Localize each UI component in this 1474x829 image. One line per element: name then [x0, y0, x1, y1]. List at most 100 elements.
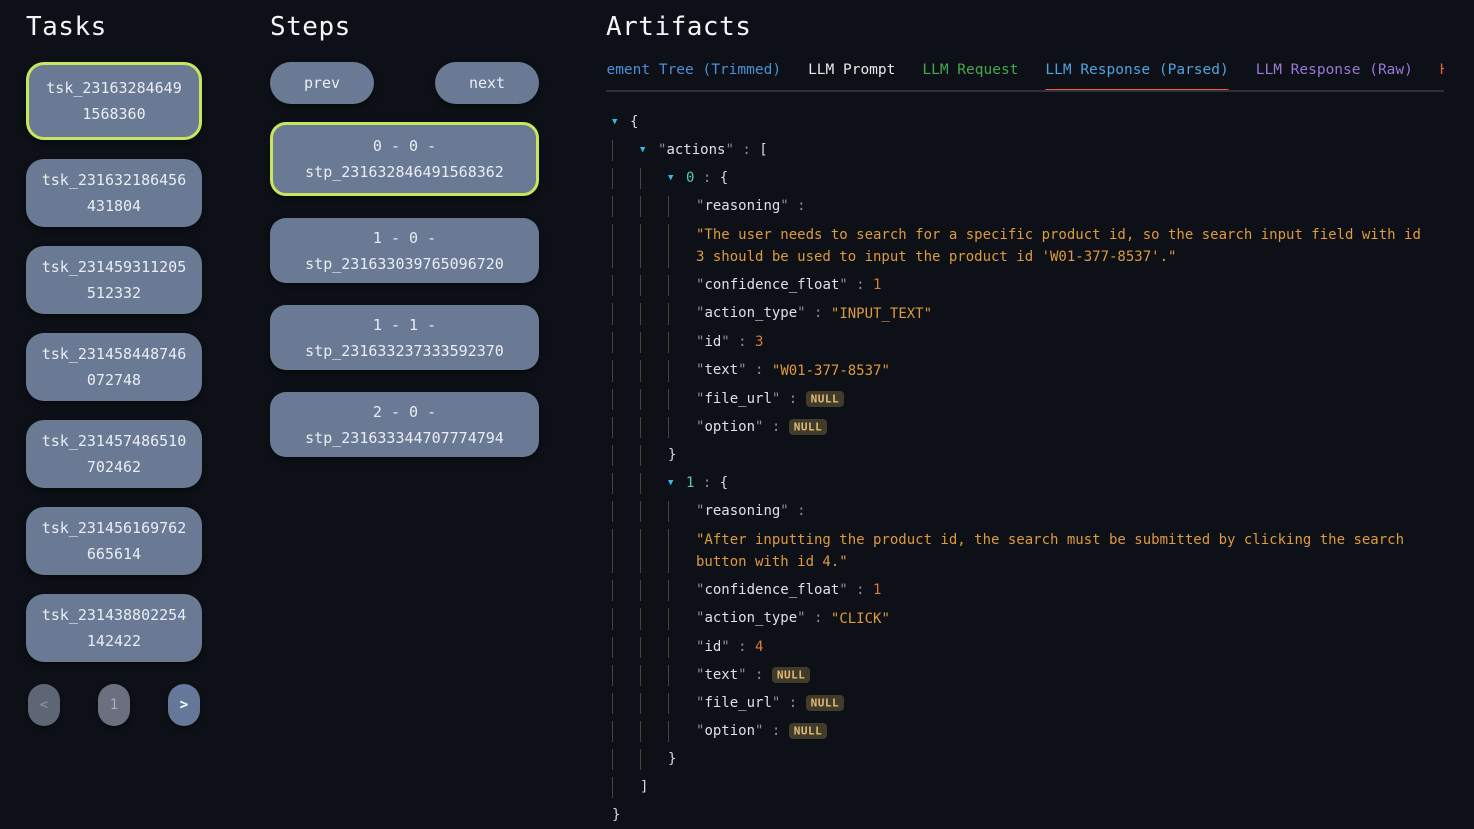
json-token-key: "reasoning" — [696, 198, 789, 214]
json-token-key: "action_type" — [696, 610, 806, 626]
json-row-content: } — [668, 445, 676, 466]
indent-guide-line — [668, 332, 696, 353]
json-token-key: "text" — [696, 667, 747, 683]
json-row: "reasoning" : — [612, 192, 1444, 220]
task-button[interactable]: tsk_231459311205512332 — [26, 246, 202, 314]
tab-llm-response-parsed[interactable]: LLM Response (Parsed) — [1045, 62, 1228, 90]
task-button-selected[interactable]: tsk_231632846491568360 — [26, 62, 202, 140]
collapse-arrow-icon[interactable]: ▼ — [668, 168, 686, 189]
json-token-colon: : — [747, 362, 772, 378]
json-token-key: "file_url" — [696, 391, 780, 407]
tab-llm-response-raw[interactable]: LLM Response (Raw) — [1256, 62, 1413, 90]
indent-guide-line — [668, 417, 696, 438]
json-token-colon: : — [848, 277, 873, 293]
collapse-arrow-icon[interactable]: ▼ — [612, 112, 630, 133]
indent-guide-line — [640, 529, 668, 573]
indent-guide-line — [612, 777, 640, 798]
pagination-next-button[interactable]: > — [168, 684, 200, 726]
collapse-arrow-icon[interactable]: ▼ — [668, 473, 686, 494]
indent-guide-line — [640, 360, 668, 382]
indent-guide-line — [640, 473, 668, 494]
json-row: "text" : "W01-377-8537" — [612, 356, 1444, 385]
step-button-selected[interactable]: 0 - 0 - stp_231632846491568362 — [270, 122, 539, 196]
indent-guide-line — [612, 168, 640, 189]
task-button[interactable]: tsk_231456169762665614 — [26, 507, 202, 575]
task-button[interactable]: tsk_231632186456431804 — [26, 159, 202, 227]
pagination-page-button[interactable]: 1 — [98, 684, 130, 726]
indent-guide-line — [640, 389, 668, 410]
json-row: } — [612, 801, 1444, 829]
json-token-colon: : — [734, 142, 759, 158]
task-button[interactable]: tsk_231457486510702462 — [26, 420, 202, 488]
json-row: "action_type" : "CLICK" — [612, 604, 1444, 633]
pagination-prev-button[interactable]: < — [28, 684, 60, 726]
json-row-content: "text" : "W01-377-8537" — [696, 360, 890, 382]
step-button[interactable]: 2 - 0 - stp_231633344707774794 — [270, 392, 539, 457]
indent-guide-line — [612, 389, 640, 410]
json-token-colon: : — [747, 667, 772, 683]
json-token-colon: : — [694, 170, 719, 186]
indent-guide-line — [668, 501, 696, 522]
json-row-content: 0 : { — [686, 168, 728, 189]
steps-nav: prev next — [270, 62, 539, 104]
next-step-button[interactable]: next — [435, 62, 539, 104]
json-token-key: "action_type" — [696, 305, 806, 321]
json-row-content: 1 : { — [686, 473, 728, 494]
json-token-colon: : — [789, 503, 814, 519]
json-token-null: NULL — [789, 419, 828, 435]
indent-guide-line — [612, 275, 640, 296]
json-token-key: "confidence_float" — [696, 582, 848, 598]
json-token-str: "INPUT_TEXT" — [831, 303, 932, 325]
indent-guide-line — [612, 473, 640, 494]
json-row: "reasoning" : — [612, 497, 1444, 525]
task-button[interactable]: tsk_231438802254142422 — [26, 594, 202, 662]
json-token-str: "The user needs to search for a specific… — [696, 224, 1428, 268]
json-row: ▼1 : { — [612, 469, 1444, 497]
json-row-content: "actions" : [ — [658, 140, 768, 161]
json-row-content: } — [668, 749, 676, 770]
tab-html-raw[interactable]: Html (Raw) — [1440, 62, 1444, 90]
indent-guide-line — [612, 608, 640, 630]
indent-guide-line — [612, 140, 640, 161]
indent-guide-line — [668, 196, 696, 217]
prev-step-button[interactable]: prev — [270, 62, 374, 104]
indent-guide-line — [640, 196, 668, 217]
task-button[interactable]: tsk_231458448746072748 — [26, 333, 202, 401]
json-row-content: "file_url" : NULL — [696, 389, 844, 410]
json-row-content: "The user needs to search for a specific… — [696, 224, 1428, 268]
json-row: "action_type" : "INPUT_TEXT" — [612, 299, 1444, 328]
step-button[interactable]: 1 - 1 - stp_231633237333592370 — [270, 305, 539, 370]
json-row: "The user needs to search for a specific… — [612, 220, 1444, 271]
json-token-key: "option" — [696, 419, 763, 435]
indent-guide-line — [640, 608, 668, 630]
task-list: tsk_231632846491568360 tsk_23163218645643… — [26, 62, 202, 662]
indent-guide-line — [668, 529, 696, 573]
tab-llm-prompt[interactable]: LLM Prompt — [808, 62, 895, 90]
json-row-content: "action_type" : "CLICK" — [696, 608, 890, 630]
indent-guide-line — [640, 501, 668, 522]
indent-guide-line — [612, 665, 640, 686]
collapse-arrow-icon[interactable]: ▼ — [640, 140, 658, 161]
json-token-punct: { — [720, 475, 728, 491]
json-token-colon: : — [763, 723, 788, 739]
json-token-punct: [ — [759, 142, 767, 158]
indent-guide-line — [640, 721, 668, 742]
step-button[interactable]: 1 - 0 - stp_231633039765096720 — [270, 218, 539, 283]
json-token-colon: : — [780, 695, 805, 711]
artifacts-title: Artifacts — [606, 12, 1444, 42]
tasks-panel: Tasks tsk_231632846491568360tsk_23163218… — [26, 0, 202, 800]
json-row: "confidence_float" : 1 — [612, 271, 1444, 299]
json-row-content: "option" : NULL — [696, 721, 827, 742]
indent-guide-line — [612, 224, 640, 268]
indent-guide-line — [612, 580, 640, 601]
indent-guide-line — [612, 445, 640, 466]
indent-guide-line — [668, 275, 696, 296]
json-row: "id" : 4 — [612, 633, 1444, 661]
indent-guide-line — [612, 693, 640, 714]
indent-guide-line — [612, 360, 640, 382]
indent-guide-line — [668, 224, 696, 268]
indent-guide-line — [668, 721, 696, 742]
json-row-content: "text" : NULL — [696, 665, 810, 686]
tab-llm-request[interactable]: LLM Request — [922, 62, 1018, 90]
tab-element-tree-trimmed[interactable]: Element Tree (Trimmed) — [606, 62, 781, 90]
